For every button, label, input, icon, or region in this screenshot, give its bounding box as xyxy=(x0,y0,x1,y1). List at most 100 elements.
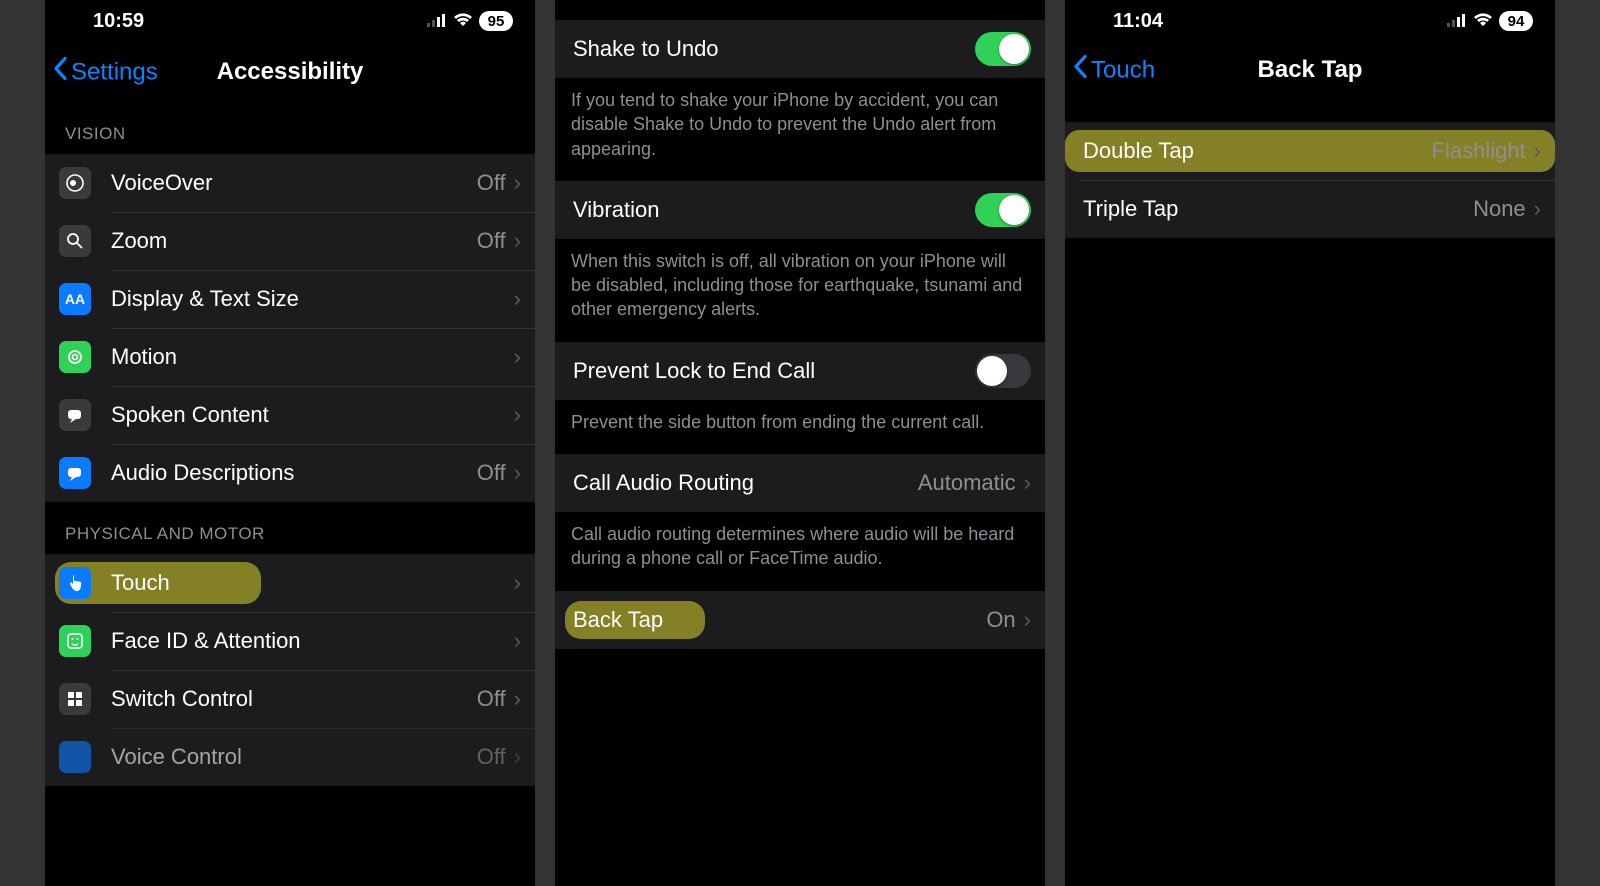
voiceover-icon xyxy=(59,167,91,199)
chevron-right-icon: › xyxy=(514,460,521,486)
row-value: None xyxy=(1473,196,1526,222)
footer-routing: Call audio routing determines where audi… xyxy=(555,512,1045,591)
spoken-content-icon xyxy=(59,399,91,431)
row-label: Motion xyxy=(111,344,514,370)
row-face-id[interactable]: Face ID & Attention › xyxy=(45,612,535,670)
row-label: Triple Tap xyxy=(1083,196,1473,222)
row-value: Off xyxy=(477,460,506,486)
back-label: Touch xyxy=(1091,56,1155,84)
page-title: Back Tap xyxy=(1258,56,1363,84)
voice-control-icon xyxy=(59,741,91,773)
row-call-audio-routing[interactable]: Call Audio Routing Automatic › xyxy=(555,454,1045,512)
screenshot-accessibility: 10:59 95 Settings Accessibility VISION V… xyxy=(45,0,535,886)
row-display-text-size[interactable]: AA Display & Text Size › xyxy=(45,270,535,328)
motion-icon xyxy=(59,341,91,373)
touch-icon xyxy=(59,567,91,599)
row-label: VoiceOver xyxy=(111,170,477,196)
chevron-right-icon: › xyxy=(514,570,521,596)
row-label: Call Audio Routing xyxy=(573,470,918,496)
wifi-icon xyxy=(1473,10,1493,33)
physical-list: Touch › Face ID & Attention › Switch Con… xyxy=(45,554,535,786)
row-value: Off xyxy=(477,744,506,770)
chevron-right-icon: › xyxy=(1534,196,1541,222)
row-label: Shake to Undo xyxy=(573,36,975,62)
chevron-right-icon: › xyxy=(1534,138,1541,164)
row-shake-to-undo[interactable]: Shake to Undo xyxy=(555,20,1045,78)
footer-vibration: When this switch is off, all vibration o… xyxy=(555,239,1045,342)
row-triple-tap[interactable]: Triple Tap None › xyxy=(1065,180,1555,238)
toggle-shake-to-undo[interactable] xyxy=(975,32,1031,66)
section-header-physical: PHYSICAL AND MOTOR xyxy=(45,502,535,554)
row-touch[interactable]: Touch › xyxy=(45,554,535,612)
row-value: Flashlight xyxy=(1432,138,1526,164)
row-double-tap[interactable]: Double Tap Flashlight › xyxy=(1065,122,1555,180)
row-zoom[interactable]: Zoom Off › xyxy=(45,212,535,270)
chevron-right-icon: › xyxy=(514,628,521,654)
row-spoken-content[interactable]: Spoken Content › xyxy=(45,386,535,444)
status-bar: 11:04 94 xyxy=(1065,0,1555,42)
section-header-vision: VISION xyxy=(45,102,535,154)
row-audio-descriptions[interactable]: Audio Descriptions Off › xyxy=(45,444,535,502)
toggle-vibration[interactable] xyxy=(975,193,1031,227)
chevron-right-icon: › xyxy=(514,286,521,312)
row-prevent-lock-end-call[interactable]: Prevent Lock to End Call xyxy=(555,342,1045,400)
row-label: Voice Control xyxy=(111,744,477,770)
status-time: 11:04 xyxy=(1113,10,1163,33)
row-motion[interactable]: Motion › xyxy=(45,328,535,386)
toggle-prevent-lock[interactable] xyxy=(975,354,1031,388)
cellular-icon xyxy=(427,10,447,33)
chevron-left-icon xyxy=(1073,55,1087,86)
battery-indicator: 95 xyxy=(479,11,513,31)
page-title: Accessibility xyxy=(217,58,364,86)
audio-descriptions-icon xyxy=(59,457,91,489)
row-value: Off xyxy=(477,686,506,712)
row-back-tap[interactable]: Back Tap On › xyxy=(555,591,1045,649)
switch-control-icon xyxy=(59,683,91,715)
zoom-icon xyxy=(59,225,91,257)
row-label: Spoken Content xyxy=(111,402,514,428)
chevron-right-icon: › xyxy=(514,344,521,370)
chevron-right-icon: › xyxy=(514,228,521,254)
row-label: Switch Control xyxy=(111,686,477,712)
back-button[interactable]: Settings xyxy=(53,57,158,88)
text-size-icon: AA xyxy=(59,283,91,315)
row-label: Vibration xyxy=(573,197,975,223)
chevron-right-icon: › xyxy=(514,686,521,712)
cellular-icon xyxy=(1447,10,1467,33)
face-id-icon xyxy=(59,625,91,657)
row-value: Off xyxy=(477,170,506,196)
status-time: 10:59 xyxy=(93,10,144,33)
row-voiceover[interactable]: VoiceOver Off › xyxy=(45,154,535,212)
battery-indicator: 94 xyxy=(1499,11,1533,31)
back-tap-list: Double Tap Flashlight › Triple Tap None … xyxy=(1065,122,1555,238)
row-value: Automatic xyxy=(918,470,1016,496)
chevron-right-icon: › xyxy=(514,402,521,428)
row-label: Back Tap xyxy=(573,607,986,633)
back-button[interactable]: Touch xyxy=(1073,55,1155,86)
row-switch-control[interactable]: Switch Control Off › xyxy=(45,670,535,728)
footer-prevent: Prevent the side button from ending the … xyxy=(555,400,1045,454)
row-label: Face ID & Attention xyxy=(111,628,514,654)
row-label: Display & Text Size xyxy=(111,286,514,312)
nav-bar: Touch Back Tap xyxy=(1065,42,1555,98)
screenshot-back-tap: 11:04 94 Touch Back Tap Double Tap Flash… xyxy=(1065,0,1555,886)
back-label: Settings xyxy=(71,58,158,86)
row-label: Double Tap xyxy=(1083,138,1432,164)
chevron-right-icon: › xyxy=(514,744,521,770)
row-voice-control[interactable]: Voice Control Off › xyxy=(45,728,535,786)
row-label: Zoom xyxy=(111,228,477,254)
row-vibration[interactable]: Vibration xyxy=(555,181,1045,239)
row-label: Touch xyxy=(111,570,514,596)
chevron-right-icon: › xyxy=(1024,607,1031,633)
row-label: Audio Descriptions xyxy=(111,460,477,486)
chevron-right-icon: › xyxy=(514,170,521,196)
row-value: Off xyxy=(477,228,506,254)
vision-list: VoiceOver Off › Zoom Off › AA Display & … xyxy=(45,154,535,502)
row-value: On xyxy=(986,607,1015,633)
chevron-left-icon xyxy=(53,57,67,88)
status-bar: 10:59 95 xyxy=(45,0,535,42)
chevron-right-icon: › xyxy=(1024,470,1031,496)
nav-bar: Settings Accessibility xyxy=(45,42,535,102)
footer-shake: If you tend to shake your iPhone by acci… xyxy=(555,78,1045,181)
screenshot-touch-settings: Shake to Undo If you tend to shake your … xyxy=(555,0,1045,886)
